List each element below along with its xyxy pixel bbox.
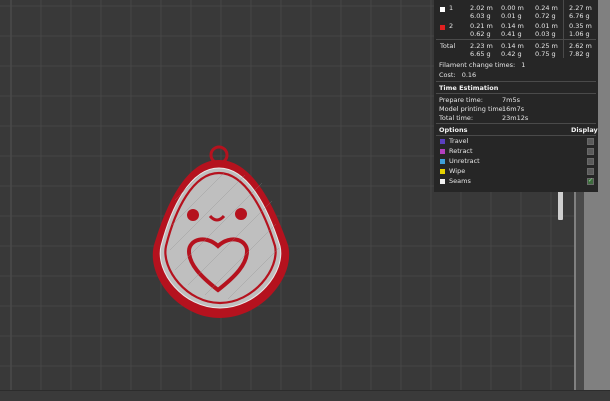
cell: 1.06 g <box>569 30 590 38</box>
model-time-label: Model printing time: <box>439 105 505 113</box>
options-title: Options <box>439 126 468 134</box>
model-left-eye <box>187 209 199 221</box>
bottom-status-bar <box>0 390 610 401</box>
cost-row: Cost: 0.16 <box>439 71 476 80</box>
cost-label: Cost: <box>439 71 456 79</box>
unretract-display-checkbox[interactable] <box>587 158 594 165</box>
filament-row-2: 2 0.21 m 0.62 g 0.14 m 0.41 g 0.01 m 0.0… <box>434 22 598 39</box>
cell: 0.62 g <box>470 30 491 38</box>
gcode-stats-panel: 1 2.02 m 6.03 g 0.00 m 0.01 g 0.24 m 0.7… <box>434 0 598 192</box>
option-label: Travel <box>449 137 469 145</box>
divider <box>436 39 596 40</box>
column-divider <box>563 0 564 58</box>
total-time-label: Total time: <box>439 114 474 122</box>
display-header: Display <box>571 126 598 134</box>
option-travel[interactable]: Travel <box>439 137 595 147</box>
time-estimation-title: Time Estimation <box>439 84 499 92</box>
wipe-color-swatch <box>440 169 445 174</box>
divider <box>436 135 596 136</box>
option-seams[interactable]: Seams <box>439 177 595 187</box>
total-time-value: 23m12s <box>502 114 529 122</box>
cell: 0.03 g <box>535 30 556 38</box>
option-wipe[interactable]: Wipe <box>439 167 595 177</box>
option-label: Retract <box>449 147 473 155</box>
filament-total-row: Total 2.23 m 6.65 g 0.14 m 0.42 g 0.25 m… <box>434 42 598 59</box>
travel-color-swatch <box>440 139 445 144</box>
cell: 0.72 g <box>535 12 556 20</box>
filament-id: 1 <box>449 4 454 12</box>
option-unretract[interactable]: Unretract <box>439 157 595 167</box>
filament-change-label: Filament change times: <box>439 61 516 69</box>
divider <box>436 81 596 82</box>
model-time-value: 16m7s <box>502 105 525 113</box>
cell: 6.76 g <box>569 12 590 20</box>
cell: 0.42 g <box>501 50 522 58</box>
layer-slider-handle[interactable] <box>558 190 563 220</box>
option-label: Seams <box>449 177 471 185</box>
filament-2-swatch <box>440 25 445 30</box>
prepare-time-value: 7m5s <box>502 96 520 104</box>
cell: 0.01 g <box>501 12 522 20</box>
travel-display-checkbox[interactable] <box>587 138 594 145</box>
cell: 0.41 g <box>501 30 522 38</box>
retract-display-checkbox[interactable] <box>587 148 594 155</box>
divider <box>436 93 596 94</box>
seams-display-checkbox[interactable] <box>587 177 594 186</box>
retract-color-swatch <box>440 149 445 154</box>
option-label: Unretract <box>449 157 480 165</box>
seams-color-swatch <box>440 179 445 184</box>
filament-change-value: 1 <box>521 61 526 69</box>
cell: 6.03 g <box>470 12 491 20</box>
filament-1-swatch <box>440 7 445 12</box>
cell: 6.65 g <box>470 50 491 58</box>
cost-value: 0.16 <box>461 71 477 79</box>
total-label: Total <box>440 42 456 50</box>
divider <box>436 123 596 124</box>
filament-row-1: 1 2.02 m 6.03 g 0.00 m 0.01 g 0.24 m 0.7… <box>434 4 598 21</box>
option-retract[interactable]: Retract <box>439 147 595 157</box>
unretract-color-swatch <box>440 159 445 164</box>
filament-id: 2 <box>449 22 454 30</box>
cell: 7.82 g <box>569 50 590 58</box>
wipe-display-checkbox[interactable] <box>587 168 594 175</box>
cell: 0.75 g <box>535 50 556 58</box>
filament-change-row: Filament change times: 1 <box>439 61 525 70</box>
option-label: Wipe <box>449 167 466 175</box>
model-right-eye <box>235 208 247 220</box>
prepare-time-label: Prepare time: <box>439 96 483 104</box>
